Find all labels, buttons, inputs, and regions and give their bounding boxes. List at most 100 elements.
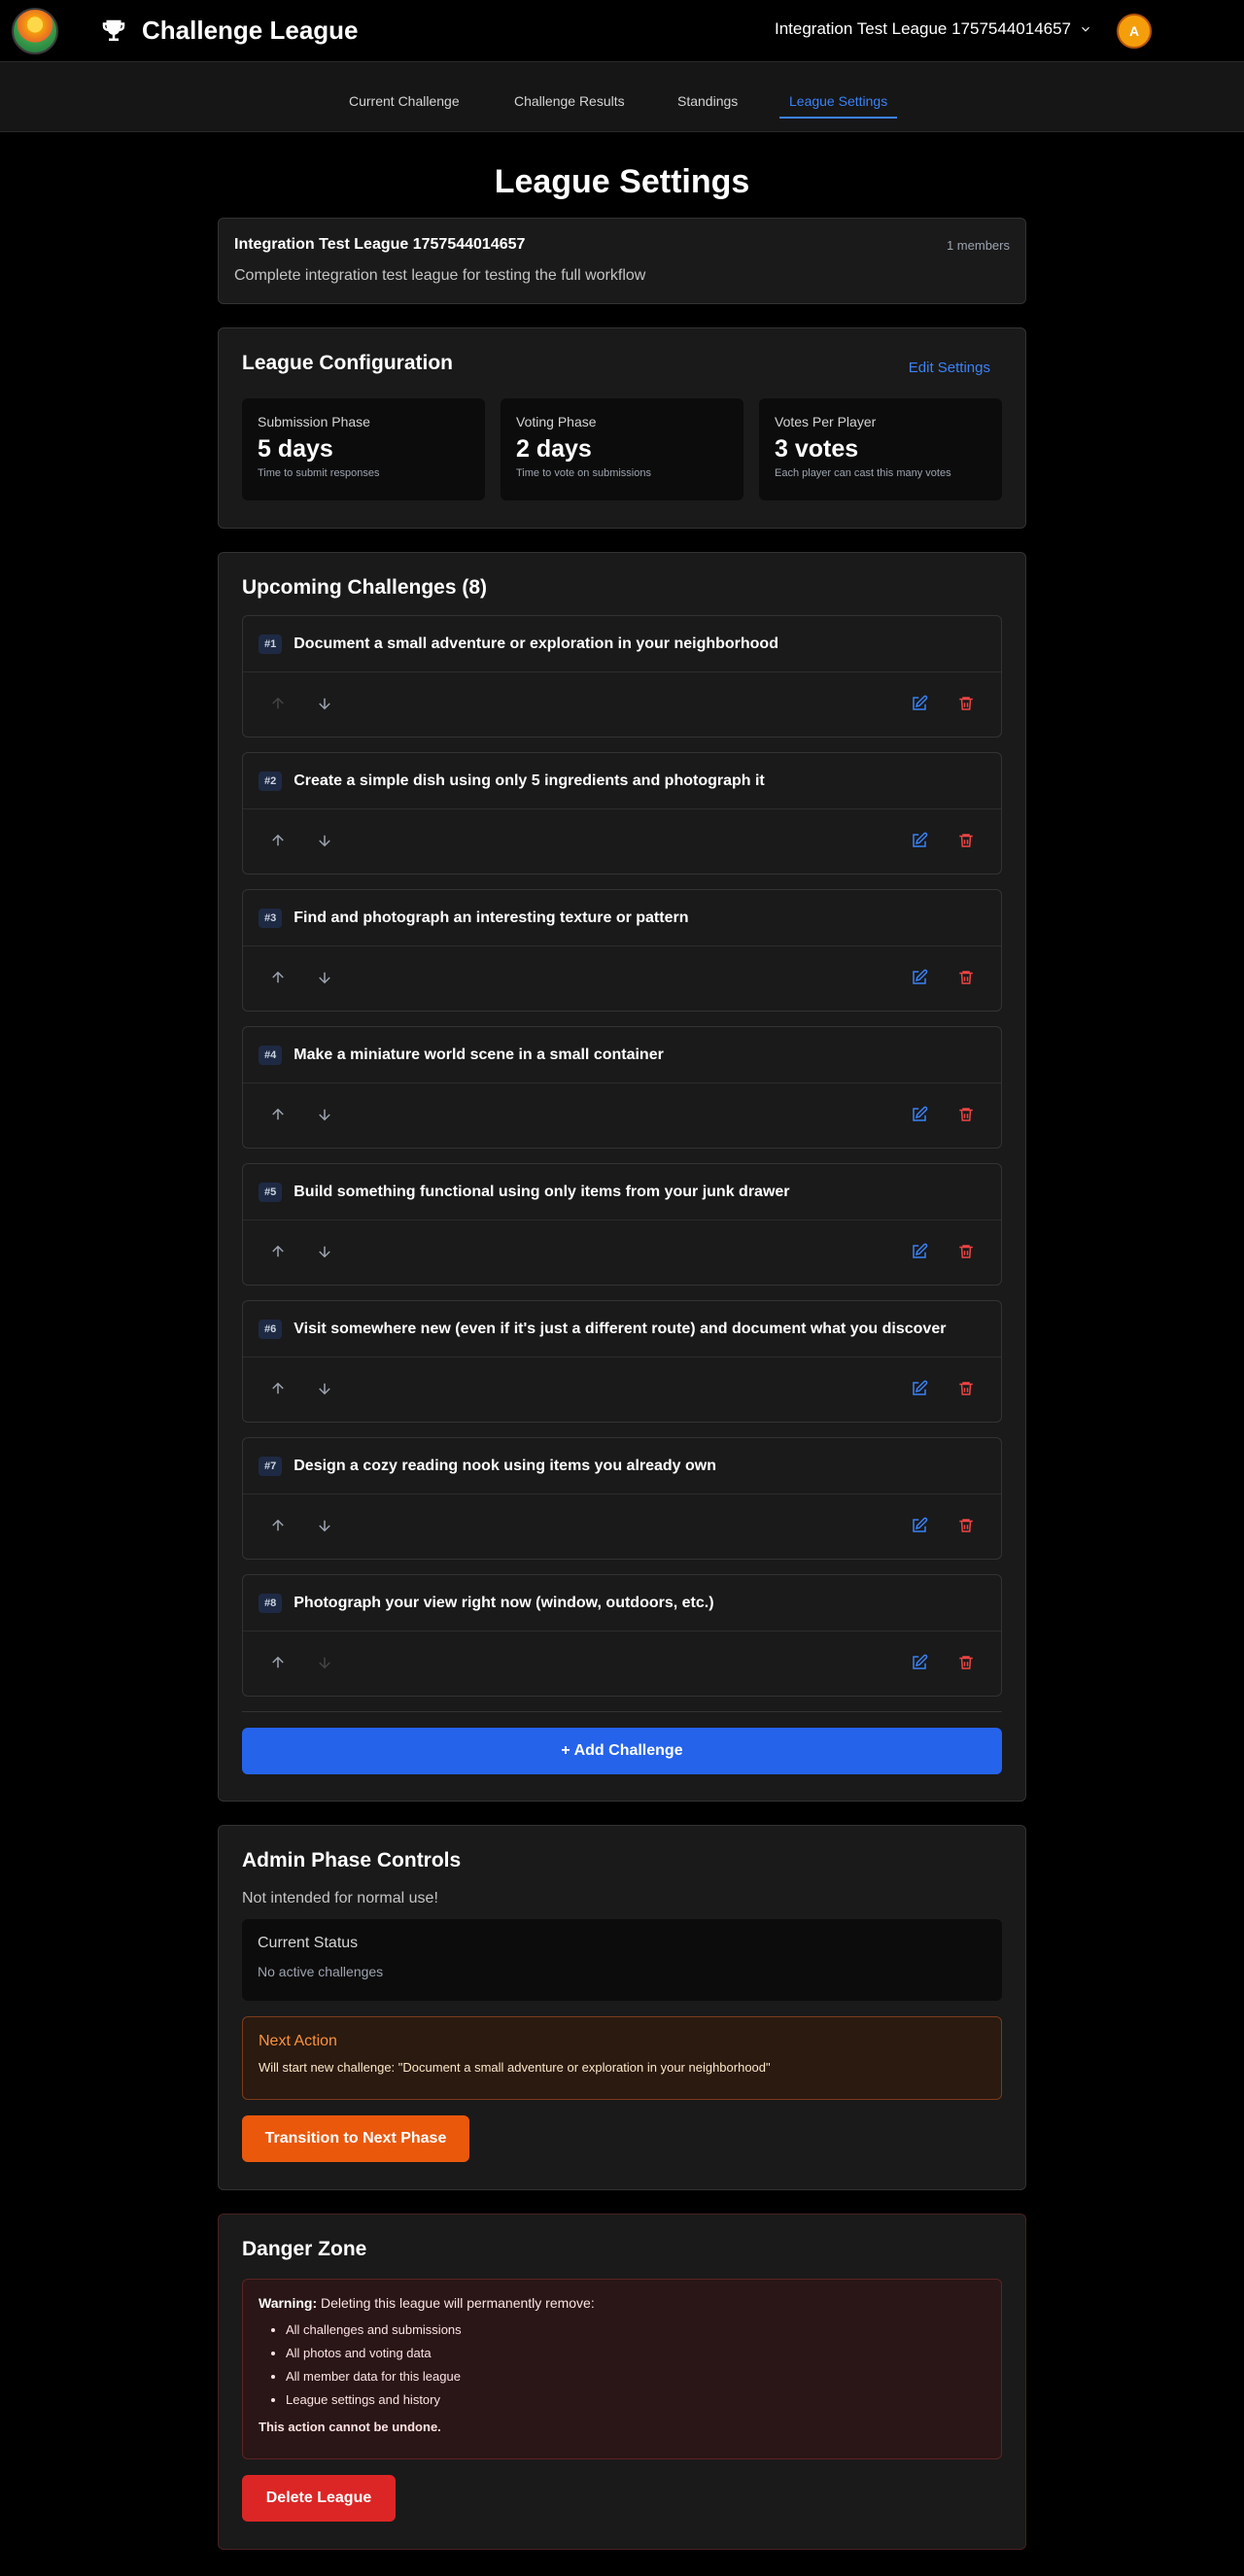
stat-subtext: Each player can cast this many votes: [775, 467, 951, 479]
challenge-text: Make a miniature world scene in a small …: [294, 1046, 664, 1063]
admin-note: Not intended for normal use!: [242, 1890, 438, 1906]
move-up-icon[interactable]: [268, 831, 288, 850]
tab-league-settings[interactable]: League Settings: [774, 84, 903, 119]
edit-icon[interactable]: [910, 1379, 929, 1398]
challenge-number: #8: [259, 1593, 283, 1613]
move-up-icon[interactable]: [268, 694, 288, 713]
stat-label: Voting Phase: [516, 414, 597, 429]
league-name: Integration Test League 1757544014657: [234, 236, 526, 253]
edit-icon[interactable]: [910, 968, 929, 987]
trash-icon[interactable]: [956, 1516, 976, 1535]
league-configuration-card: League Configuration Edit Settings Submi…: [218, 327, 1026, 529]
stat-submission-phase: Submission Phase 5 days Time to submit r…: [242, 398, 485, 500]
challenge-item: #2 Create a simple dish using only 5 ing…: [242, 752, 1002, 875]
app-logo[interactable]: [12, 7, 58, 54]
challenge-list: #1 Document a small adventure or explora…: [242, 615, 1002, 1697]
challenge-text: Photograph your view right now (window, …: [294, 1594, 714, 1611]
stat-subtext: Time to submit responses: [258, 467, 380, 479]
list-item: All photos and voting data: [286, 2342, 985, 2365]
upcoming-challenges-card: Upcoming Challenges (8) #1 Document a sm…: [218, 552, 1026, 1802]
move-down-icon[interactable]: [315, 1105, 334, 1124]
next-action-text: Will start new challenge: "Document a sm…: [259, 2060, 771, 2075]
edit-icon[interactable]: [910, 694, 929, 713]
move-down-icon[interactable]: [315, 1242, 334, 1261]
avatar[interactable]: A: [1117, 14, 1152, 49]
challenge-text: Build something functional using only it…: [294, 1183, 790, 1200]
challenge-number: #1: [259, 634, 283, 654]
stat-votes-per-player: Votes Per Player 3 votes Each player can…: [759, 398, 1002, 500]
league-info-card: Integration Test League 1757544014657 1 …: [218, 218, 1026, 304]
trash-icon[interactable]: [956, 1242, 976, 1261]
edit-icon[interactable]: [910, 831, 929, 850]
warning-label: Warning:: [259, 2295, 318, 2311]
move-down-icon[interactable]: [315, 1516, 334, 1535]
edit-icon[interactable]: [910, 1242, 929, 1261]
stat-value: 2 days: [516, 435, 592, 463]
league-description: Complete integration test league for tes…: [234, 267, 646, 284]
challenge-number: #3: [259, 908, 283, 928]
challenge-text: Find and photograph an interesting textu…: [294, 909, 689, 926]
challenge-number: #2: [259, 771, 283, 791]
stat-voting-phase: Voting Phase 2 days Time to vote on subm…: [501, 398, 743, 500]
move-down-icon[interactable]: [315, 968, 334, 987]
trash-icon[interactable]: [956, 1653, 976, 1672]
section-title: Upcoming Challenges (8): [242, 576, 488, 599]
challenge-number: #5: [259, 1182, 283, 1202]
move-down-icon[interactable]: [315, 694, 334, 713]
challenge-number: #7: [259, 1456, 283, 1476]
app-title[interactable]: Challenge League: [142, 16, 359, 46]
danger-zone-card: Danger Zone Warning: Deleting this leagu…: [218, 2214, 1026, 2550]
irreversible-note: This action cannot be undone.: [259, 2420, 441, 2434]
move-up-icon[interactable]: [268, 1516, 288, 1535]
page-title: League Settings: [494, 163, 750, 200]
stat-value: 5 days: [258, 435, 333, 463]
status-text: No active challenges: [258, 1964, 384, 1979]
move-up-icon[interactable]: [268, 1379, 288, 1398]
challenge-item: #6 Visit somewhere new (even if it's jus…: [242, 1300, 1002, 1423]
challenge-number: #6: [259, 1319, 283, 1339]
move-up-icon[interactable]: [268, 1653, 288, 1672]
edit-icon[interactable]: [910, 1516, 929, 1535]
move-up-icon[interactable]: [268, 968, 288, 987]
challenge-number: #4: [259, 1045, 283, 1065]
trash-icon[interactable]: [956, 831, 976, 850]
trash-icon[interactable]: [956, 1379, 976, 1398]
league-selector[interactable]: Integration Test League 1757544014657: [775, 19, 1092, 39]
move-down-icon[interactable]: [315, 831, 334, 850]
edit-icon[interactable]: [910, 1105, 929, 1124]
challenge-text: Visit somewhere new (even if it's just a…: [294, 1320, 947, 1337]
tab-current-challenge[interactable]: Current Challenge: [333, 84, 475, 119]
stat-label: Votes Per Player: [775, 414, 877, 429]
stat-value: 3 votes: [775, 435, 859, 463]
section-title: Admin Phase Controls: [242, 1849, 462, 1872]
move-down-icon[interactable]: [315, 1653, 334, 1672]
delete-league-button[interactable]: Delete League: [242, 2475, 396, 2522]
edit-settings-button[interactable]: Edit Settings: [909, 360, 990, 376]
stat-subtext: Time to vote on submissions: [516, 467, 651, 479]
add-challenge-button[interactable]: + Add Challenge: [242, 1728, 1002, 1774]
tab-challenge-results[interactable]: Challenge Results: [499, 84, 640, 119]
challenge-item: #3 Find and photograph an interesting te…: [242, 889, 1002, 1012]
next-action-title: Next Action: [259, 2033, 337, 2049]
list-item: All member data for this league: [286, 2365, 985, 2388]
trash-icon[interactable]: [956, 1105, 976, 1124]
tab-nav: Current Challenge Challenge Results Stan…: [0, 62, 1244, 132]
warning-text: Deleting this league will permanently re…: [317, 2295, 595, 2311]
challenge-item: #1 Document a small adventure or explora…: [242, 615, 1002, 738]
move-down-icon[interactable]: [315, 1379, 334, 1398]
tab-standings[interactable]: Standings: [662, 84, 753, 119]
move-up-icon[interactable]: [268, 1105, 288, 1124]
trash-icon[interactable]: [956, 968, 976, 987]
transition-next-phase-button[interactable]: Transition to Next Phase: [242, 2115, 469, 2162]
section-title: Danger Zone: [242, 2238, 367, 2260]
edit-icon[interactable]: [910, 1653, 929, 1672]
stat-label: Submission Phase: [258, 414, 370, 429]
admin-phase-controls-card: Admin Phase Controls Not intended for no…: [218, 1825, 1026, 2190]
challenge-text: Create a simple dish using only 5 ingred…: [294, 772, 765, 789]
next-action-box: Next Action Will start new challenge: "D…: [242, 2016, 1002, 2100]
move-up-icon[interactable]: [268, 1242, 288, 1261]
trash-icon[interactable]: [956, 694, 976, 713]
removal-list: All challenges and submissions All photo…: [286, 2318, 985, 2412]
top-bar: Challenge League Integration Test League…: [0, 0, 1244, 62]
current-status-box: Current Status No active challenges: [242, 1919, 1002, 2001]
